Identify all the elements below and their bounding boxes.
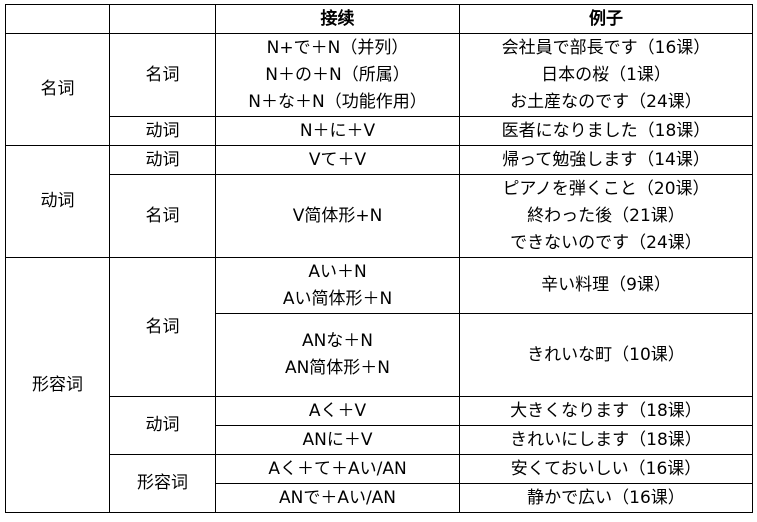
connection-cell: ANに＋V (215, 425, 460, 455)
header-category (5, 4, 110, 34)
example-cell: ピアノを弾くこと（20课） 終わった後（21课） できないのです（24课） (459, 174, 753, 258)
example-cell: 大きくなります（18课） (459, 396, 753, 426)
connection-cell: V简体形+N (215, 174, 460, 258)
subgroup-label: 名词 (109, 33, 216, 117)
grammar-table: 接续 例子 名词 名词 N+で＋N（并列） N＋の＋N（所属） N＋な＋N（功能… (5, 4, 753, 513)
group-noun-label: 名词 (5, 33, 110, 146)
table-row: 动词 Aく＋V 大きくなります（18课） (6, 396, 753, 455)
connection-cell: ANで＋Aい/AN (215, 483, 460, 513)
table-row: 动词 动词 Vて＋V 帰って勉強します（14课） (5, 145, 753, 258)
connection-cell: ANな＋N AN简体形＋N (215, 313, 460, 397)
subgroup-label: 形容词 (109, 454, 216, 513)
table-row: 形容词 Aく＋て＋Aい/AN 安くておいしい（16课） (6, 454, 753, 513)
group-verb-label: 动词 (5, 145, 110, 258)
example-cell: 辛い料理（9课） (459, 257, 753, 314)
example-cell: 会社員で部長です（16课） 日本の桜（1课） お土産なのです（24课） (459, 33, 753, 117)
header-example: 例子 (459, 4, 753, 34)
connection-cell: Aく＋て＋Aい/AN (215, 454, 460, 484)
table-row: 动词 N＋に＋V 医者になりました（18课） (6, 116, 753, 146)
subgroup-label: 动词 (109, 145, 216, 175)
connection-cell: N+で＋N（并列） N＋の＋N（所属） N＋な＋N（功能作用） (215, 33, 460, 117)
subgroup-label: 名词 (109, 174, 216, 258)
table-row: 名词 V简体形+N ピアノを弾くこと（20课） 終わった後（21课） できないの… (6, 174, 753, 258)
example-cell: 静かで広い（16课） (459, 483, 753, 513)
header-connection: 接续 (215, 4, 460, 34)
example-cell: きれいな町（10课） (459, 313, 753, 397)
example-cell: 医者になりました（18课） (459, 116, 753, 146)
header-row: 接续 例子 (5, 4, 753, 34)
example-cell: きれいにします（18课） (459, 425, 753, 455)
subgroup-label: 名词 (109, 257, 216, 397)
connection-cell: Vて＋V (215, 145, 460, 175)
connection-cell: Aい＋N Aい简体形＋N (215, 257, 460, 314)
example-cell: 帰って勉強します（14课） (459, 145, 753, 175)
connection-cell: N＋に＋V (215, 116, 460, 146)
example-cell: 安くておいしい（16课） (459, 454, 753, 484)
subgroup-label: 动词 (109, 116, 216, 146)
table-row: 形容词 名词 Aい＋N Aい简体形＋N 辛い料理（9课） (5, 257, 753, 513)
group-adjective-label: 形容词 (5, 257, 110, 513)
connection-cell: Aく＋V (215, 396, 460, 426)
table-row: 名词 名词 N+で＋N（并列） N＋の＋N（所属） N＋な＋N（功能作用） 会社… (5, 33, 753, 146)
subgroup-label: 动词 (109, 396, 216, 455)
header-target (109, 4, 216, 34)
